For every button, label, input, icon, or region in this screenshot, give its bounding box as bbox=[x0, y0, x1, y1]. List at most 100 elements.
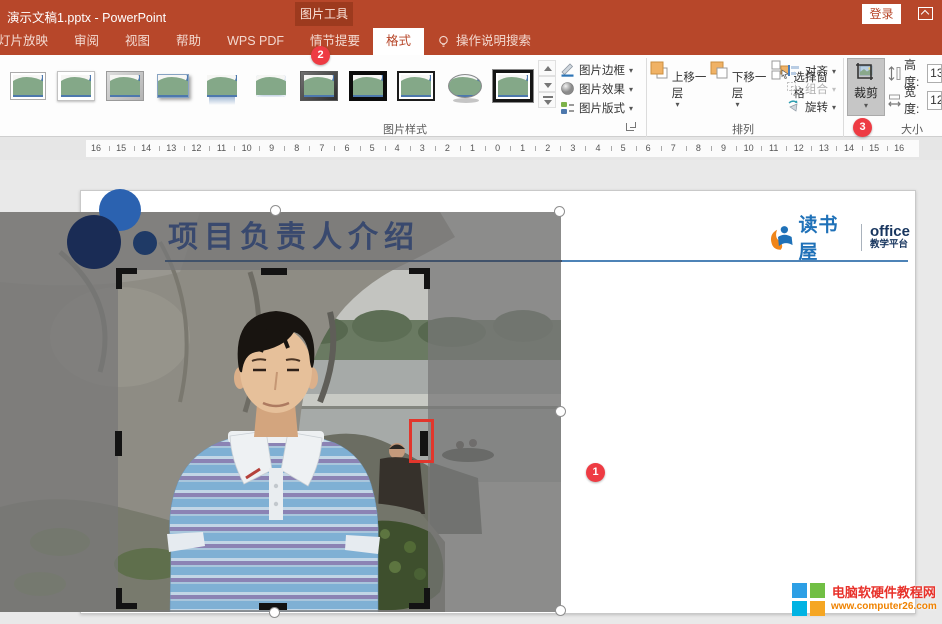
slide-title: 项目负责人介绍 bbox=[168, 212, 528, 256]
watermark-site-name: 电脑软硬件教程网 bbox=[832, 585, 936, 601]
ruler-tick bbox=[686, 146, 687, 151]
ruler-tick bbox=[460, 146, 461, 151]
ruler-number: 8 bbox=[289, 143, 305, 153]
ruler-tick bbox=[134, 146, 135, 151]
ruler-tick bbox=[836, 146, 837, 151]
watermark-site-url: www.computer26.com bbox=[831, 601, 937, 614]
picture-style-option[interactable] bbox=[6, 61, 50, 111]
align-icon bbox=[786, 63, 801, 78]
ruler-number: 10 bbox=[239, 143, 255, 153]
picture-style-option[interactable] bbox=[346, 61, 390, 111]
title-underline bbox=[165, 260, 562, 262]
tab-help[interactable]: 帮助 bbox=[163, 28, 214, 55]
height-input[interactable]: 13 bbox=[927, 64, 942, 83]
width-input[interactable]: 12 bbox=[927, 91, 942, 110]
group-icon bbox=[786, 81, 801, 96]
ruler-number: 13 bbox=[163, 143, 179, 153]
picture-border-label: 图片边框 bbox=[579, 62, 625, 78]
tab-review[interactable]: 审阅 bbox=[61, 28, 112, 55]
ribbon-display-options-icon[interactable] bbox=[918, 7, 933, 20]
picture-style-option[interactable] bbox=[443, 61, 487, 111]
ruler-number: 11 bbox=[214, 143, 230, 153]
rotate-button[interactable]: 旋转 bbox=[786, 97, 844, 116]
contextual-tab-group-label: 图片工具 bbox=[295, 2, 353, 26]
tab-wps-pdf[interactable]: WPS PDF bbox=[214, 28, 297, 55]
tellme-tab[interactable]: 操作说明搜索 bbox=[424, 28, 544, 55]
dropdown-caret-icon: ▾ bbox=[648, 101, 707, 109]
selection-handle-top-right[interactable] bbox=[554, 206, 565, 217]
height-field[interactable]: 高度: 13 bbox=[888, 63, 942, 83]
picture-border-button[interactable]: 图片边框 bbox=[560, 60, 644, 79]
ruler-strip: 1615141312111098765432101234567891011121… bbox=[86, 140, 919, 157]
ruler-tick bbox=[485, 146, 486, 151]
align-button[interactable]: 对齐 bbox=[786, 61, 844, 80]
gallery-scroll bbox=[538, 60, 556, 110]
login-button[interactable]: 登录 bbox=[862, 4, 901, 24]
ruler-number: 16 bbox=[88, 143, 104, 153]
picture-styles-group-label: 图片样式 bbox=[357, 121, 453, 137]
picture-effects-button[interactable]: 图片效果 bbox=[560, 79, 644, 98]
bring-forward-label: 上移一层 bbox=[672, 72, 707, 100]
picture-style-option[interactable] bbox=[55, 61, 99, 111]
dialog-launcher-icon[interactable] bbox=[625, 122, 636, 133]
tab-view[interactable]: 视图 bbox=[112, 28, 163, 55]
picture-layout-label: 图片版式 bbox=[579, 100, 625, 116]
ruler-number: 3 bbox=[414, 143, 430, 153]
picture-style-option[interactable] bbox=[491, 61, 535, 111]
picture-style-option[interactable] bbox=[297, 61, 341, 111]
group-label: 组合 bbox=[805, 81, 828, 97]
logo-divider bbox=[861, 224, 862, 251]
ruler-tick bbox=[435, 146, 436, 151]
gallery-more-button[interactable] bbox=[538, 92, 556, 108]
crop-corner-handle-top-left[interactable] bbox=[116, 268, 137, 289]
picture-style-option[interactable] bbox=[200, 61, 244, 111]
ruler-number: 16 bbox=[891, 143, 907, 153]
crop-button[interactable]: 裁剪 ▾ bbox=[847, 58, 885, 116]
ruler-number: 0 bbox=[490, 143, 506, 153]
dropdown-caret-icon bbox=[629, 102, 633, 114]
ruler-tick bbox=[234, 146, 235, 151]
bring-forward-button[interactable]: 上移一层 ▾ bbox=[648, 58, 707, 118]
selection-handle-right-center[interactable] bbox=[555, 406, 566, 417]
crop-handle-highlight-box bbox=[409, 419, 434, 463]
picture-border-icon bbox=[560, 62, 575, 77]
tab-format[interactable]: 格式 bbox=[373, 28, 424, 55]
size-group-label: 大小 bbox=[885, 121, 939, 137]
crop-corner-handle-top-right[interactable] bbox=[409, 268, 430, 289]
decorative-circle bbox=[67, 215, 121, 269]
selection-handle-bottom-right[interactable] bbox=[555, 605, 566, 616]
ruler-number: 12 bbox=[791, 143, 807, 153]
picture-style-option[interactable] bbox=[152, 61, 196, 111]
ruler-tick bbox=[360, 146, 361, 151]
selection-handle-bottom-center[interactable] bbox=[269, 607, 280, 618]
picture-style-option[interactable] bbox=[103, 61, 147, 111]
ruler-tick bbox=[611, 146, 612, 151]
picture-style-option[interactable] bbox=[394, 61, 438, 111]
tab-slideshow[interactable]: 灯片放映 bbox=[0, 28, 61, 55]
crop-edge-handle-left[interactable] bbox=[115, 431, 122, 456]
width-field[interactable]: 宽度: 12 bbox=[888, 90, 942, 110]
ruler-tick bbox=[761, 146, 762, 151]
selection-handle-top-center[interactable] bbox=[270, 205, 281, 216]
dropdown-caret-icon bbox=[629, 64, 633, 76]
height-icon bbox=[888, 66, 901, 81]
ruler-number: 10 bbox=[741, 143, 757, 153]
gallery-scroll-up[interactable] bbox=[538, 60, 556, 76]
tab-storyboard[interactable]: 情节提要 bbox=[297, 28, 373, 55]
crop-corner-handle-bottom-left[interactable] bbox=[116, 588, 137, 609]
send-backward-button[interactable]: 下移一层 ▾ bbox=[708, 58, 767, 118]
cropped-out-region bbox=[0, 270, 118, 612]
ruler-tick bbox=[887, 146, 888, 151]
width-label: 宽度: bbox=[904, 83, 924, 117]
picture-style-option[interactable] bbox=[249, 61, 293, 111]
picture-layout-button[interactable]: 图片版式 bbox=[560, 98, 644, 117]
ruler-number: 15 bbox=[113, 143, 129, 153]
ruler-tick bbox=[736, 146, 737, 151]
decorative-circle bbox=[133, 231, 157, 255]
gallery-scroll-down[interactable] bbox=[538, 76, 556, 92]
picture-layout-icon bbox=[560, 100, 575, 115]
group-button[interactable]: 组合 bbox=[786, 79, 844, 98]
crop-edge-handle-top[interactable] bbox=[261, 268, 287, 275]
crop-corner-handle-bottom-right[interactable] bbox=[409, 588, 430, 609]
lightbulb-icon bbox=[437, 35, 450, 48]
